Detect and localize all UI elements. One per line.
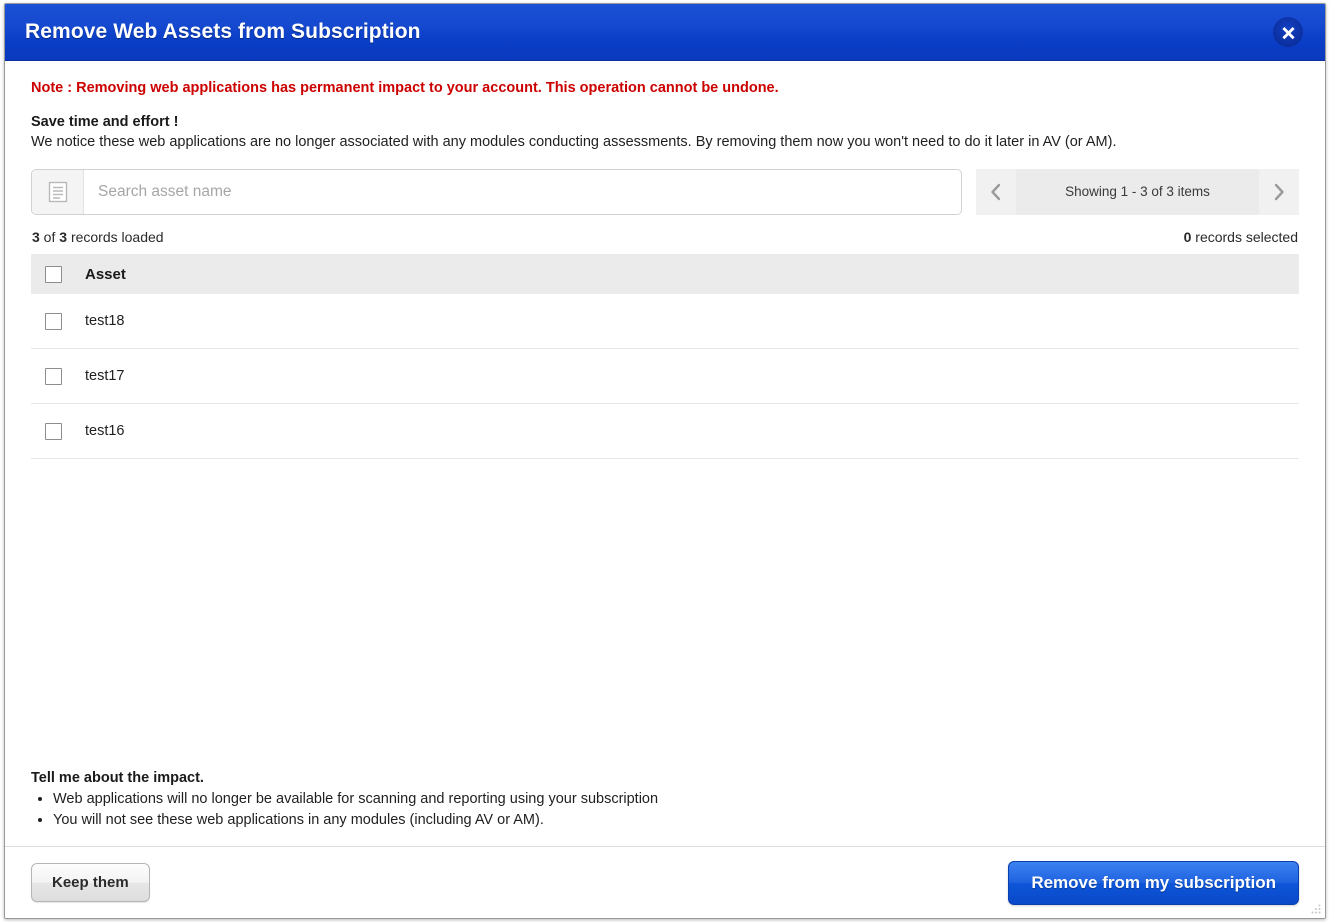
chevron-left-icon[interactable] xyxy=(976,169,1016,216)
keep-them-button[interactable]: Keep them xyxy=(31,863,150,902)
dialog-body: Note : Removing web applications has per… xyxy=(5,61,1325,846)
table-body: test18 test17 test16 xyxy=(31,294,1299,460)
row-checkbox[interactable] xyxy=(45,312,62,330)
asset-name: test17 xyxy=(85,368,125,385)
dialog-titlebar: Remove Web Assets from Subscription xyxy=(5,4,1325,61)
resize-grip-icon[interactable] xyxy=(1310,903,1322,915)
screen: Remove Web Assets from Subscription Note… xyxy=(0,0,1330,922)
remove-from-subscription-button[interactable]: Remove from my subscription xyxy=(1008,860,1299,905)
impact-bullet: Web applications will no longer be avail… xyxy=(53,789,1299,811)
impact-section: Tell me about the impact. Web applicatio… xyxy=(31,770,1299,847)
search-input[interactable] xyxy=(84,170,961,215)
records-loaded-mid: of xyxy=(39,229,60,246)
toolbar-row: Showing 1 - 3 of 3 items xyxy=(31,169,1299,216)
close-icon[interactable] xyxy=(1273,17,1303,47)
row-checkbox[interactable] xyxy=(45,422,62,440)
assets-table: Asset test18 test17 test16 xyxy=(31,254,1299,460)
warning-note: Note : Removing web applications has per… xyxy=(31,80,779,96)
asset-name: test18 xyxy=(85,313,125,330)
records-loaded-total: 3 xyxy=(59,229,68,246)
record-counts: 3 of 3 records loaded 0 records selected xyxy=(31,229,1299,245)
records-selected-suffix: records selected xyxy=(1191,229,1298,246)
list-lines-icon[interactable] xyxy=(32,170,84,215)
impact-heading: Tell me about the impact. xyxy=(31,769,204,786)
column-header-asset: Asset xyxy=(85,265,126,283)
asset-name: test16 xyxy=(85,423,125,440)
records-loaded: 3 of 3 records loaded xyxy=(32,229,164,245)
pagination: Showing 1 - 3 of 3 items xyxy=(976,169,1299,216)
records-loaded-count: 3 xyxy=(32,229,40,246)
pagination-label: Showing 1 - 3 of 3 items xyxy=(1016,169,1259,216)
records-loaded-suffix: records loaded xyxy=(67,229,164,246)
impact-bullet: You will not see these web applications … xyxy=(53,810,1299,832)
table-row[interactable]: test17 xyxy=(31,349,1299,405)
impact-bullet-list: Web applications will no longer be avail… xyxy=(31,789,1299,833)
save-time-description: We notice these web applications are no … xyxy=(31,133,1117,150)
save-time-heading: Save time and effort ! xyxy=(31,113,179,130)
records-selected: 0 records selected xyxy=(1184,229,1298,245)
dialog-footer: Keep them Remove from my subscription xyxy=(5,846,1325,918)
table-header-row: Asset xyxy=(31,254,1299,295)
search-container xyxy=(31,169,962,216)
row-checkbox[interactable] xyxy=(45,367,62,385)
chevron-right-icon[interactable] xyxy=(1259,169,1299,216)
dialog-title: Remove Web Assets from Subscription xyxy=(25,20,421,43)
remove-web-assets-dialog: Remove Web Assets from Subscription Note… xyxy=(4,3,1326,919)
table-empty-space xyxy=(31,459,1299,769)
select-all-checkbox[interactable] xyxy=(45,265,62,283)
table-row[interactable]: test18 xyxy=(31,294,1299,350)
table-row[interactable]: test16 xyxy=(31,404,1299,460)
